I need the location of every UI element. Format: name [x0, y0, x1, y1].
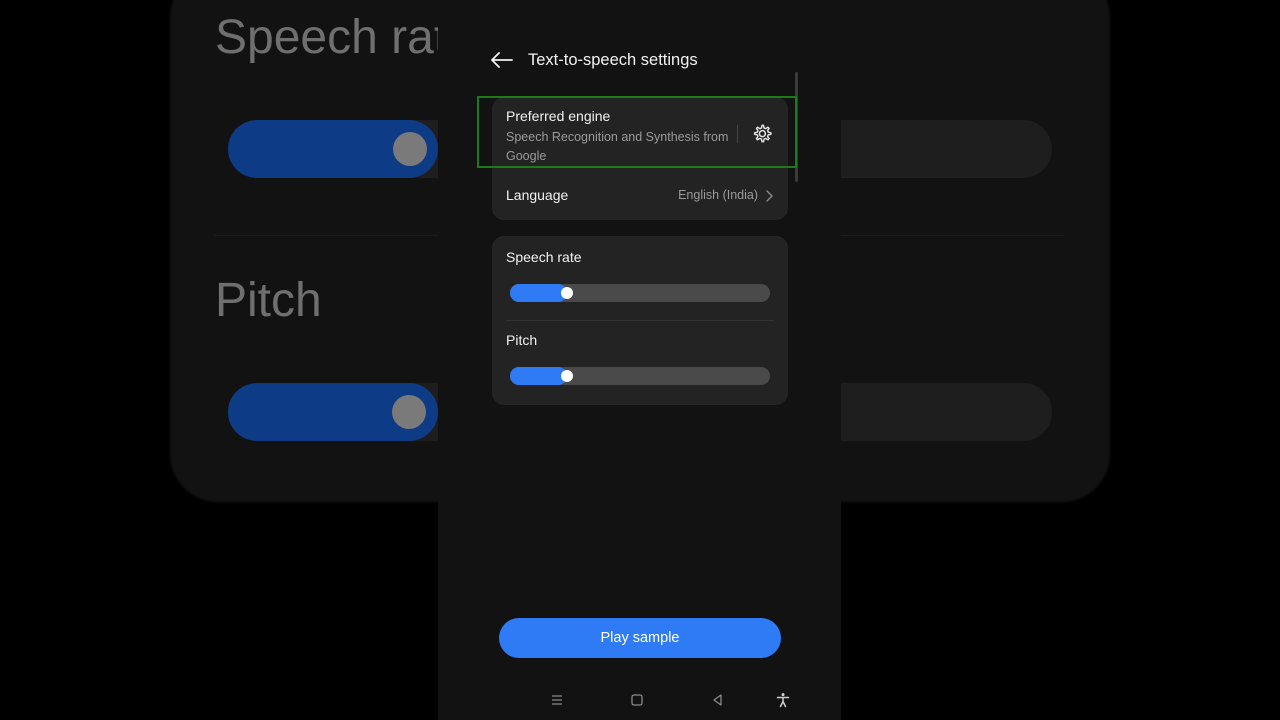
- language-value: English (India): [678, 188, 758, 202]
- engine-language-card: Preferred engine Speech Recognition and …: [477, 96, 797, 220]
- preferred-engine-row[interactable]: Preferred engine Speech Recognition and …: [477, 96, 797, 173]
- pitch-slider-fill: [510, 367, 568, 385]
- preferred-engine-subtitle: Speech Recognition and Synthesis from Go…: [506, 130, 729, 163]
- nav-home-button[interactable]: [627, 690, 647, 710]
- language-row[interactable]: Language English (India): [492, 177, 788, 215]
- background-pitch-text: Pitch: [215, 274, 322, 327]
- engine-settings-button[interactable]: [750, 122, 774, 146]
- back-button[interactable]: [488, 48, 516, 72]
- speech-rate-slider[interactable]: [510, 284, 770, 302]
- home-icon: [631, 694, 643, 706]
- menu-icon: [552, 695, 562, 705]
- gear-icon: [753, 124, 772, 143]
- arrow-left-icon: [491, 52, 513, 68]
- header: Text-to-speech settings: [438, 40, 841, 82]
- vertical-separator: [737, 125, 738, 143]
- speech-rate-label: Speech rate: [506, 249, 582, 265]
- phone-screen: Text-to-speech settings Preferred engine…: [438, 0, 841, 720]
- pitch-label: Pitch: [506, 332, 538, 348]
- page-title: Text-to-speech settings: [528, 51, 698, 69]
- speech-settings-card: Speech rate Pitch: [492, 236, 788, 405]
- chevron-right-icon: [766, 190, 773, 202]
- speech-rate-slider-fill: [510, 284, 568, 302]
- nav-accessibility-button[interactable]: [773, 690, 793, 710]
- back-triangle-icon: [713, 694, 722, 706]
- language-label: Language: [506, 187, 569, 203]
- accessibility-icon: [776, 693, 790, 708]
- background-slider-knob: [392, 395, 426, 429]
- pitch-slider[interactable]: [510, 367, 770, 385]
- scrollbar[interactable]: [795, 72, 798, 182]
- nav-back-button[interactable]: [708, 690, 728, 710]
- background-slider-knob: [393, 132, 427, 166]
- card-divider: [506, 320, 774, 321]
- speech-rate-slider-knob[interactable]: [561, 287, 574, 299]
- navigation-bar: [438, 686, 841, 714]
- preferred-engine-title: Preferred engine: [506, 108, 611, 124]
- pitch-slider-knob[interactable]: [561, 370, 574, 382]
- nav-menu-button[interactable]: [547, 690, 567, 710]
- background-speech-rate-text: Speech rat: [215, 11, 448, 64]
- play-sample-button[interactable]: Play sample: [499, 618, 781, 658]
